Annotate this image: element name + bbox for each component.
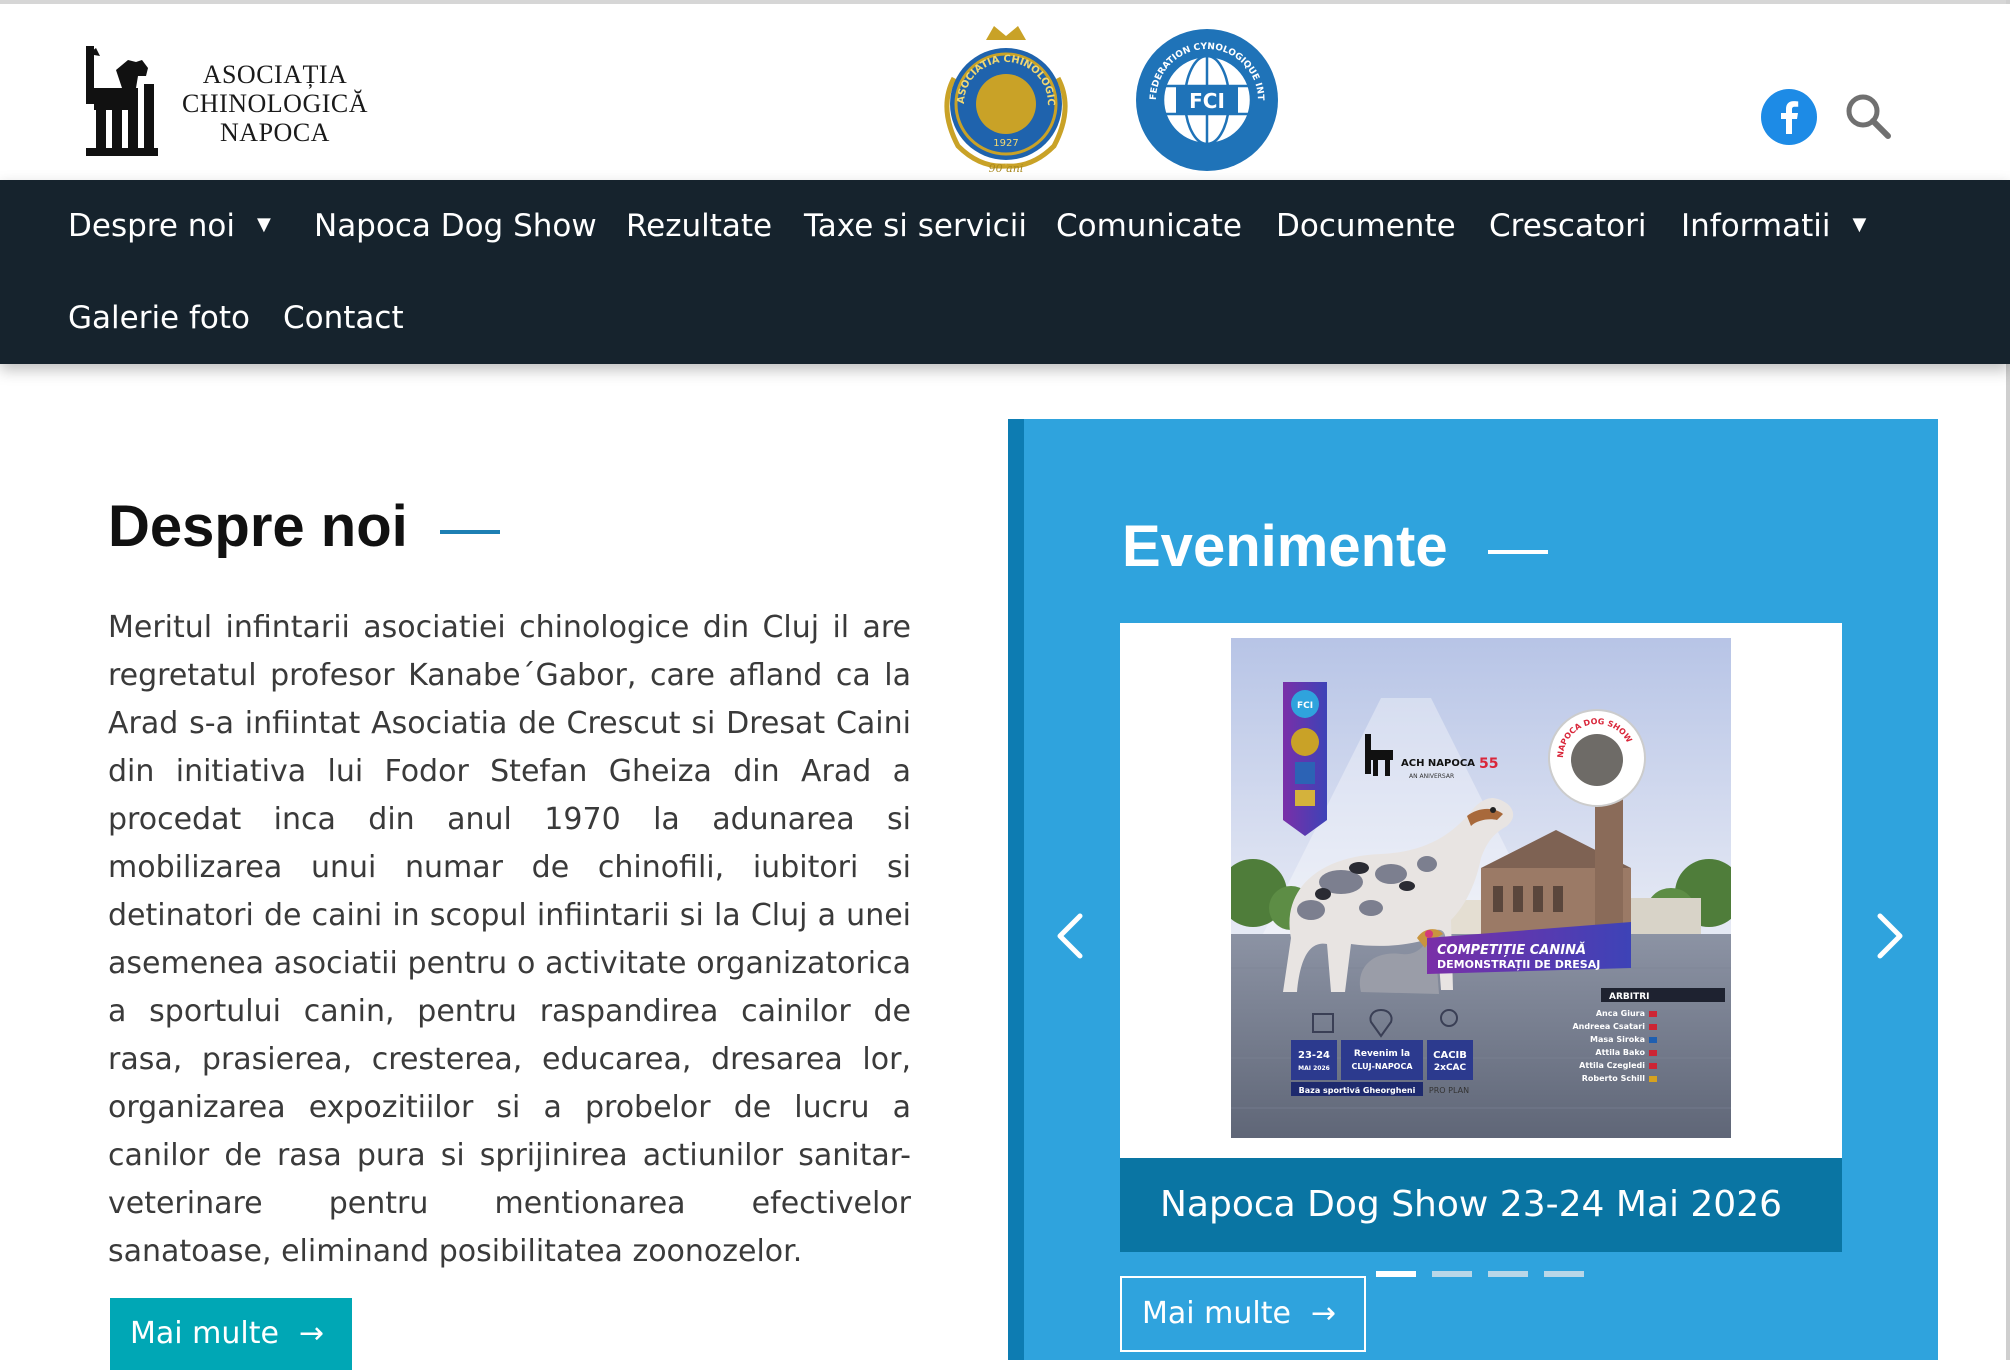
poster-judge: Andreea Csatari [1572,1022,1645,1031]
chevron-right-icon[interactable] [1870,900,1910,972]
poster-judge: Anca Giura [1596,1009,1645,1018]
title-dash [1488,550,1548,554]
nav-item-comunicate[interactable]: Comunicate [1056,206,1242,246]
caret-down-icon: ▼ [257,213,271,235]
site-header: ASOCIAȚIA CHINOLOGICĂ NAPOCA ASOCIATIA C… [0,4,2010,180]
nav-item-label: Rezultate [626,208,773,244]
nav-item-label: Informatii [1681,208,1831,244]
poster-ach-sub: AN ANIVERSAR [1409,773,1454,780]
slider-dot[interactable] [1544,1271,1584,1277]
poster-cacib-sub: 2xCAC [1434,1063,1467,1073]
acr-seal-year: 1927 [993,138,1018,149]
about-body-text: Meritul infintarii asociatiei chinologic… [108,610,911,1269]
nav-item-label: Napoca Dog Show [314,208,597,244]
poster-judge: Roberto Schill [1582,1074,1646,1083]
nav-item-label: Despre noi [68,208,235,244]
logo-line-3: NAPOCA [220,118,330,147]
poster-date-sub: MAI 2026 [1298,1065,1330,1072]
nav-item-label: Contact [283,300,404,336]
poster-judge: Attila Bako [1595,1048,1645,1057]
poster-location-main: Revenim la [1354,1049,1410,1059]
nav-item-informatii[interactable]: Informatii ▼ [1681,206,1866,248]
nav-item-despre-noi[interactable]: Despre noi ▼ [68,206,271,248]
search-icon[interactable] [1844,92,1892,140]
nav-item-label: Crescatori [1489,208,1647,244]
poster-fci-badge: FCI [1297,701,1313,711]
events-title: Evenimente [1122,514,1448,579]
button-label: Mai multe [1142,1296,1291,1331]
poster-judge: Attila Czegledi [1579,1061,1645,1070]
poster-ach-number: 55 [1479,756,1498,772]
poster-sponsor: PRO PLAN [1429,1086,1469,1095]
nav-item-taxe-si-servicii[interactable]: Taxe si servicii [804,206,1027,246]
acr-seal-anniv: 90 ani [989,162,1024,175]
fci-seal-logo[interactable]: FCI FEDERATION CYNOLOGIQUE INTERNATIONAL… [1134,26,1280,174]
poster-competition-line1: COMPETIȚIE CANINĂ [1437,942,1586,958]
nav-item-napoca-dog-show[interactable]: Napoca Dog Show [314,206,597,246]
logo-line-1: ASOCIAȚIA [202,60,348,89]
chevron-left-icon[interactable] [1050,900,1090,972]
poster-cacib-main: CACIB [1433,1050,1467,1061]
poster-judge: Masa Siroka [1590,1035,1645,1044]
poster-venue: Baza sportivă Gheorgheni [1299,1086,1416,1095]
fci-seal-abbr: FCI [1189,89,1225,113]
caret-down-icon: ▼ [1852,213,1867,235]
main-nav: Despre noi ▼ Napoca Dog Show Rezultate Ta… [0,180,2010,364]
nav-item-crescatori[interactable]: Crescatori [1489,206,1646,246]
slider-dot-active[interactable] [1376,1271,1416,1277]
poster-judges-title: ARBITRI [1609,992,1650,1002]
nav-item-label: Taxe si servicii [804,208,1027,244]
nav-item-rezultate[interactable]: Rezultate [626,206,772,246]
nav-item-label: Comunicate [1056,208,1242,244]
logo-text[interactable]: ASOCIAȚIA CHINOLOGICĂ NAPOCA [180,60,370,147]
facebook-icon[interactable] [1760,88,1818,146]
nav-item-label: Galerie foto [68,300,250,336]
arrow-right-icon: → [298,1316,325,1351]
slider-dot[interactable] [1488,1271,1528,1277]
nav-item-documente[interactable]: Documente [1276,206,1456,246]
poster-date-main: 23-24 [1298,1050,1330,1061]
slide-caption[interactable]: Napoca Dog Show 23-24 Mai 2026 [1120,1158,1842,1252]
events-more-button[interactable]: Mai multe → [1120,1276,1366,1352]
title-dash [440,530,500,534]
about-more-button[interactable]: Mai multe → [110,1298,352,1370]
poster-competition-line2: DEMONSTRAȚII DE DRESAJ [1437,958,1600,971]
nav-item-label: Documente [1276,208,1456,244]
logo-line-2: CHINOLOGICĂ [181,89,369,118]
dog-logo-icon[interactable] [86,46,158,156]
about-title: Despre noi [108,494,408,559]
arrow-right-icon: → [1310,1296,1337,1331]
poster-location-sub: CLUJ-NAPOCA [1351,1062,1413,1071]
nav-item-galerie-foto[interactable]: Galerie foto [68,298,250,338]
acr-seal-logo[interactable]: ASOCIATIA CHINOLOGICA ROMANA 1927 90 ani [924,18,1088,178]
button-label: Mai multe [130,1316,279,1351]
poster-ach-label: ACH NAPOCA [1401,758,1475,769]
event-poster-image[interactable]: FCI ACH NAPOCA 55 AN ANIVERSAR NAPOCA DO… [1231,638,1731,1138]
slider-dot[interactable] [1432,1271,1472,1277]
nav-item-contact[interactable]: Contact [283,298,404,338]
